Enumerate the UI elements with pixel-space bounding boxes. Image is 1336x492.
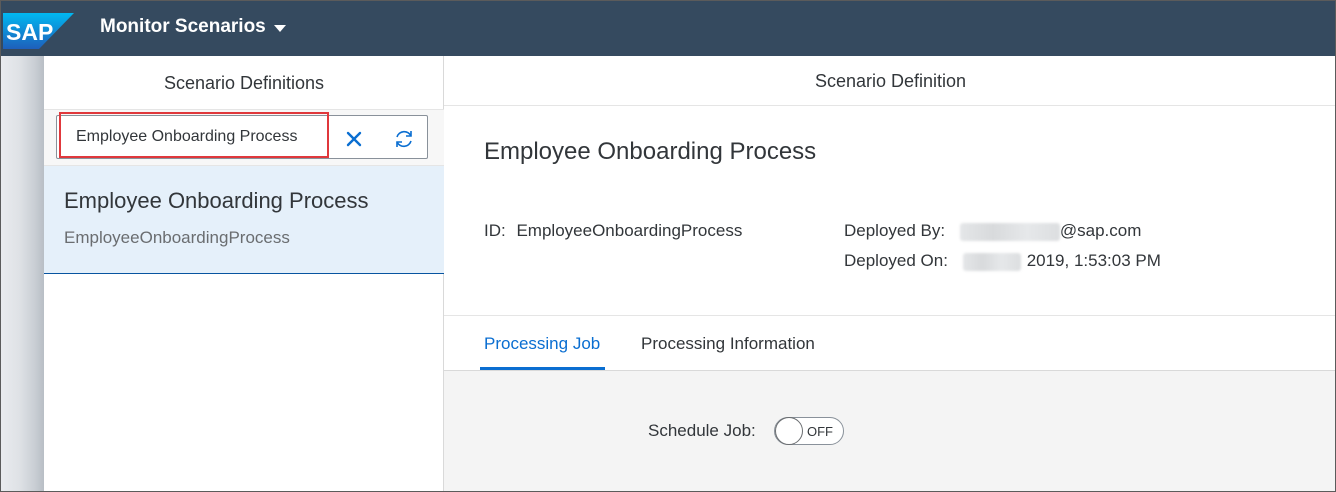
redacted-user: [959, 222, 1060, 241]
refresh-icon: [396, 130, 412, 148]
list-item[interactable]: Employee Onboarding Process EmployeeOnbo…: [44, 166, 444, 274]
redacted-date: [962, 252, 1021, 271]
tab-processing-information[interactable]: Processing Information: [641, 334, 815, 354]
refresh-button[interactable]: [389, 124, 419, 154]
clear-button[interactable]: [339, 124, 369, 154]
id-label: ID:: [484, 221, 506, 240]
detail-header: Scenario Definition: [444, 56, 1335, 106]
id-value: EmployeeOnboardingProcess: [516, 221, 743, 240]
deployed-by-value: @sap.com: [1059, 221, 1142, 240]
close-icon: [346, 131, 362, 147]
search-toolbar: [44, 110, 444, 166]
deployed-by-label: Deployed By:: [844, 221, 946, 240]
schedule-job-label: Schedule Job:: [648, 421, 756, 440]
deployed-on-label: Deployed On:: [844, 251, 948, 270]
tab-bar: Processing Job Processing Information: [444, 315, 1335, 370]
search-field: [56, 115, 428, 159]
deployed-on-value: 2019, 1:53:03 PM: [1026, 251, 1161, 270]
list-item-title: Employee Onboarding Process: [64, 188, 369, 213]
app-title-menu[interactable]: Monitor Scenarios: [100, 16, 286, 38]
svg-text:SAP: SAP: [6, 19, 53, 45]
detail-pane: Scenario Definition Employee Onboarding …: [444, 56, 1335, 491]
left-gutter: [1, 56, 44, 491]
deployed-on-attribute: Deployed On: 2019, 1:53:03 PM: [844, 251, 1161, 271]
switch-knob: [775, 417, 803, 445]
id-attribute: ID: EmployeeOnboardingProcess: [484, 221, 742, 241]
deployed-by-attribute: Deployed By: @sap.com: [844, 221, 1141, 241]
caret-down-icon: [273, 24, 286, 32]
app-frame: SAP Monitor Scenarios Scenario Definitio…: [0, 0, 1336, 492]
switch-state-text: OFF: [807, 424, 833, 439]
search-input[interactable]: [61, 120, 337, 154]
tab-content: Schedule Job: OFF: [444, 370, 1335, 491]
master-pane: Scenario Definitions Employee Onboarding…: [44, 56, 444, 491]
object-title: Employee Onboarding Process: [484, 138, 817, 165]
master-header: Scenario Definitions: [44, 56, 444, 110]
list-item-subtitle: EmployeeOnboardingProcess: [64, 228, 290, 247]
tab-processing-job[interactable]: Processing Job: [484, 334, 600, 354]
app-title: Monitor Scenarios: [100, 16, 266, 37]
sap-logo: SAP: [3, 13, 74, 49]
shell-bar: SAP Monitor Scenarios: [1, 1, 1335, 56]
schedule-job-switch[interactable]: OFF: [774, 417, 844, 445]
